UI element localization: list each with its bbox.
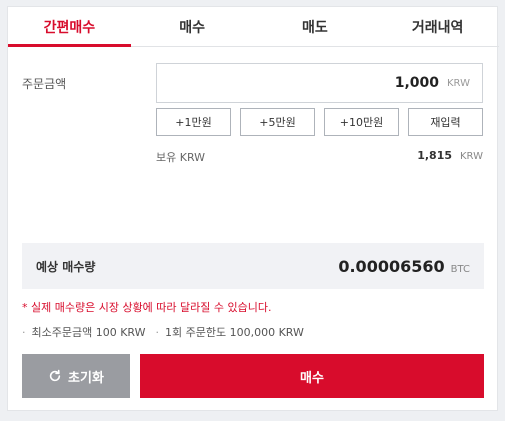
- order-amount-unit: KRW: [447, 77, 470, 89]
- reset-label: 초기화: [68, 369, 104, 385]
- add-50000-button[interactable]: +5만원: [240, 108, 315, 136]
- expected-quantity: 0.00006560 BTC: [338, 257, 470, 276]
- min-order-note: 최소주문금액 100 KRW: [22, 324, 146, 340]
- order-limits: 최소주문금액 100 KRW 1회 주문한도 100,000 KRW: [22, 324, 304, 340]
- tab-history[interactable]: 거래내역: [376, 7, 499, 46]
- holding-unit: KRW: [460, 151, 483, 162]
- order-amount-input[interactable]: 1,000 KRW: [156, 63, 483, 103]
- holding-value: 1,815: [417, 149, 452, 162]
- max-order-note: 1회 주문한도 100,000 KRW: [156, 324, 304, 340]
- tab-sell[interactable]: 매도: [254, 7, 377, 46]
- buy-button[interactable]: 매수: [140, 354, 484, 398]
- price-warning-note: * 실제 매수량은 시장 상황에 따라 달라질 수 있습니다.: [22, 301, 272, 314]
- add-10000-button[interactable]: +1만원: [156, 108, 231, 136]
- refresh-icon: [49, 369, 61, 382]
- order-tabs: 간편매수 매수 매도 거래내역: [8, 7, 499, 47]
- expected-quantity-value: 0.00006560: [338, 256, 445, 276]
- quick-amount-buttons: +1만원 +5만원 +10만원 재입력: [156, 108, 483, 136]
- holding-label: 보유 KRW: [156, 151, 206, 164]
- order-amount-label: 주문금액: [22, 77, 67, 91]
- tab-buy[interactable]: 매수: [131, 7, 254, 46]
- holding-krw: 보유 KRW 1,815 KRW: [156, 149, 483, 165]
- order-amount-value: 1,000: [394, 75, 439, 91]
- expected-quantity-label: 예상 매수량: [36, 259, 96, 274]
- reset-button[interactable]: 초기화: [22, 354, 130, 398]
- expected-quantity-box: 예상 매수량 0.00006560 BTC: [22, 243, 484, 289]
- tab-quick-buy[interactable]: 간편매수: [8, 7, 131, 47]
- add-100000-button[interactable]: +10만원: [324, 108, 399, 136]
- expected-quantity-unit: BTC: [450, 263, 470, 275]
- reenter-button[interactable]: 재입력: [408, 108, 483, 136]
- order-panel: 간편매수 매수 매도 거래내역 주문금액 1,000 KRW +1만원 +5만원…: [7, 6, 499, 411]
- holding-amount: 1,815 KRW: [417, 149, 483, 165]
